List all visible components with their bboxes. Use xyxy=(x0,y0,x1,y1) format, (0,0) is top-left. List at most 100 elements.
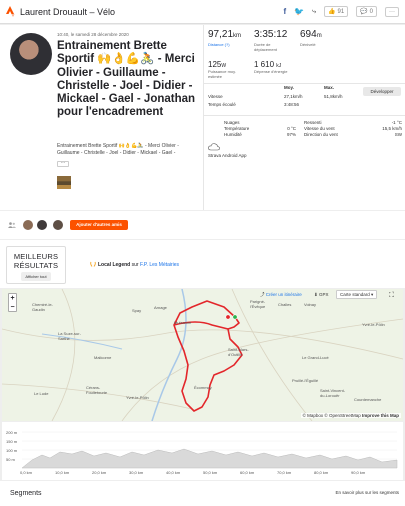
map-place-label: La Suze-sur-Sarthe xyxy=(58,331,81,341)
map-place-label: Spay xyxy=(132,308,142,313)
map-place-label: Challes xyxy=(278,302,292,307)
twitter-icon[interactable]: 🐦 xyxy=(294,7,304,16)
x-tick: 0,0 km xyxy=(20,470,33,475)
distance-label[interactable]: Distance (?) xyxy=(208,42,230,47)
comment-icon: 💬 xyxy=(360,9,368,15)
more-options-button[interactable]: ··· xyxy=(385,6,399,17)
power-stat: 125W xyxy=(208,60,227,69)
wind-direction-label: Direction du vent xyxy=(304,132,338,137)
x-tick: 70,0 km xyxy=(277,470,292,475)
divider xyxy=(204,115,405,116)
zoom-out-button[interactable]: − xyxy=(9,303,16,312)
kudos-bar: Ajouter d'autres amis xyxy=(0,211,405,239)
moving-time-stat: 3:35:12 xyxy=(254,29,288,40)
energy-stat: 1 610 kJ xyxy=(254,60,282,69)
zoom-control: + − xyxy=(8,293,17,312)
thumbs-up-icon: 👍 xyxy=(328,9,336,15)
elevation-profile[interactable]: 200 m 150 m 100 m 50 m 0,0 km 10,0 km 20… xyxy=(2,422,403,480)
share-actions: f 🐦 ⤷ 👍 91 💬 0 ··· xyxy=(283,6,399,17)
humidity-value: 97% xyxy=(286,132,296,137)
map-place-label: Arnage xyxy=(154,305,167,310)
map-canvas xyxy=(2,289,403,421)
map-place-label: Saint-Vincent-du-Lorouër xyxy=(320,388,346,398)
avatar[interactable] xyxy=(52,219,64,231)
map-place-label: Mulsanne xyxy=(174,320,192,325)
power-label: Puissance moy. estimée xyxy=(208,69,236,79)
x-tick: 50,0 km xyxy=(203,470,218,475)
fullscreen-icon[interactable]: ⛶ xyxy=(389,292,394,300)
moving-time-label: Durée de déplacement xyxy=(254,42,277,52)
best-results-box: MEILLEURS RÉSULTATS Afficher tout xyxy=(6,246,66,284)
add-others-button[interactable]: Ajouter d'autres amis xyxy=(70,220,128,230)
segments-section: Segments En savoir plus sur les segments xyxy=(0,481,405,506)
top-bar: Laurent Drouault – Vélo f 🐦 ⤷ 👍 91 💬 0 ·… xyxy=(0,0,405,24)
cloud-icon xyxy=(208,143,220,151)
map-type-select[interactable]: Carte standard ▾ xyxy=(336,290,378,299)
x-tick: 20,0 km xyxy=(92,470,107,475)
map-attribution: © Mapbox © OpenStreetMap Improve this Ma… xyxy=(300,413,401,418)
map-place-label: Écommoy xyxy=(194,385,212,390)
activity-date: 10:40, le samedi 28 décembre 2020 xyxy=(57,32,129,37)
create-route-button[interactable]: ⤴ Créer un itinéraire xyxy=(260,292,302,298)
activity-photo-thumbnail[interactable] xyxy=(57,176,71,189)
speed-label: Vitesse xyxy=(208,94,223,99)
laurel-icon xyxy=(90,261,96,267)
map-place-label: Yvré-le-Pôlin xyxy=(362,322,385,327)
speed-avg: 27,1km/h xyxy=(284,94,303,99)
x-tick: 90,0 km xyxy=(351,470,366,475)
map-place-label: Cérans-Foulletourte xyxy=(86,385,108,395)
x-tick: 10,0 km xyxy=(55,470,70,475)
activity-card: 10:40, le samedi 28 décembre 2020 Entrai… xyxy=(0,25,405,210)
group-icon xyxy=(8,222,16,228)
activity-title: Entrainement Brette Sportif 🙌👌💪🚴 - Merci… xyxy=(57,40,196,119)
zoom-in-button[interactable]: + xyxy=(9,294,16,303)
avatar[interactable] xyxy=(36,219,48,231)
divider xyxy=(204,83,405,84)
improve-map-link[interactable]: Improve this Map xyxy=(362,413,399,418)
map-place-label: Parigné-l'Évêque xyxy=(250,299,266,309)
map-place-label: Malicorne xyxy=(94,355,112,360)
segments-learn-more-link[interactable]: En savoir plus sur les segments xyxy=(335,490,399,495)
best-results-section: MEILLEURS RÉSULTATS Afficher tout Local … xyxy=(0,240,405,288)
show-all-button[interactable]: Afficher tout xyxy=(21,272,51,281)
map-place-label: Saint-Mars-d'Outillé xyxy=(228,347,249,357)
comment-count: 0 xyxy=(369,8,373,15)
x-tick: 60,0 km xyxy=(240,470,255,475)
elevation-area xyxy=(21,448,398,469)
map-place-label: Le Grand-Lucé xyxy=(302,355,329,360)
col-avg-header: Moy. xyxy=(284,85,294,90)
energy-label: Dépense d'énergie xyxy=(254,69,288,74)
map-place-label: Le Lude xyxy=(34,391,49,396)
map-place-label: Courdemanche xyxy=(354,397,382,402)
x-tick: 80,0 km xyxy=(314,470,329,475)
strava-logo-icon xyxy=(6,5,15,17)
elevation-label: Dénivelé xyxy=(300,42,316,47)
legend-segment-link[interactable]: F.P. Les Métairies xyxy=(140,262,179,268)
y-tick: 150 m xyxy=(6,439,18,444)
col-max-header: Max. xyxy=(324,85,335,90)
expand-description-button[interactable]: ··· xyxy=(57,161,69,167)
best-results-title: MEILLEURS RÉSULTATS xyxy=(13,252,59,270)
speed-max: 51,8km/h xyxy=(324,94,343,99)
elapsed-label: Temps écoulé xyxy=(208,102,236,107)
wind-direction-value: SW xyxy=(394,132,402,137)
facebook-icon[interactable]: f xyxy=(283,7,286,16)
gpx-button[interactable]: ⬇ GPX xyxy=(314,292,329,298)
map-place-label: Volnay xyxy=(304,302,317,307)
avatar[interactable] xyxy=(22,219,34,231)
share-icon[interactable]: ⤷ xyxy=(312,8,316,16)
y-tick: 100 m xyxy=(6,448,18,453)
segments-title: Segments xyxy=(10,490,42,497)
comment-button[interactable]: 💬 0 xyxy=(356,6,377,17)
kudos-button[interactable]: 👍 91 xyxy=(324,6,349,17)
developer-button[interactable]: Développer xyxy=(363,87,401,96)
route-map[interactable]: + − ⤴ Créer un itinéraire ⬇ GPX Carte st… xyxy=(2,289,403,421)
map-place-label: Chemiré-le-Gaudin xyxy=(32,302,53,312)
page-title: Laurent Drouault – Vélo xyxy=(20,6,116,17)
map-place-label: Pruillé-l'Éguillé xyxy=(292,378,319,383)
elevation-stat: 694m xyxy=(300,29,322,40)
device-link[interactable]: Strava Android App xyxy=(208,152,247,159)
athlete-avatar[interactable] xyxy=(10,33,52,75)
kudos-count: 91 xyxy=(337,8,345,15)
activity-description: Entrainement Brette Sportif 🙌👌💪🚴 - Merci… xyxy=(57,143,179,156)
